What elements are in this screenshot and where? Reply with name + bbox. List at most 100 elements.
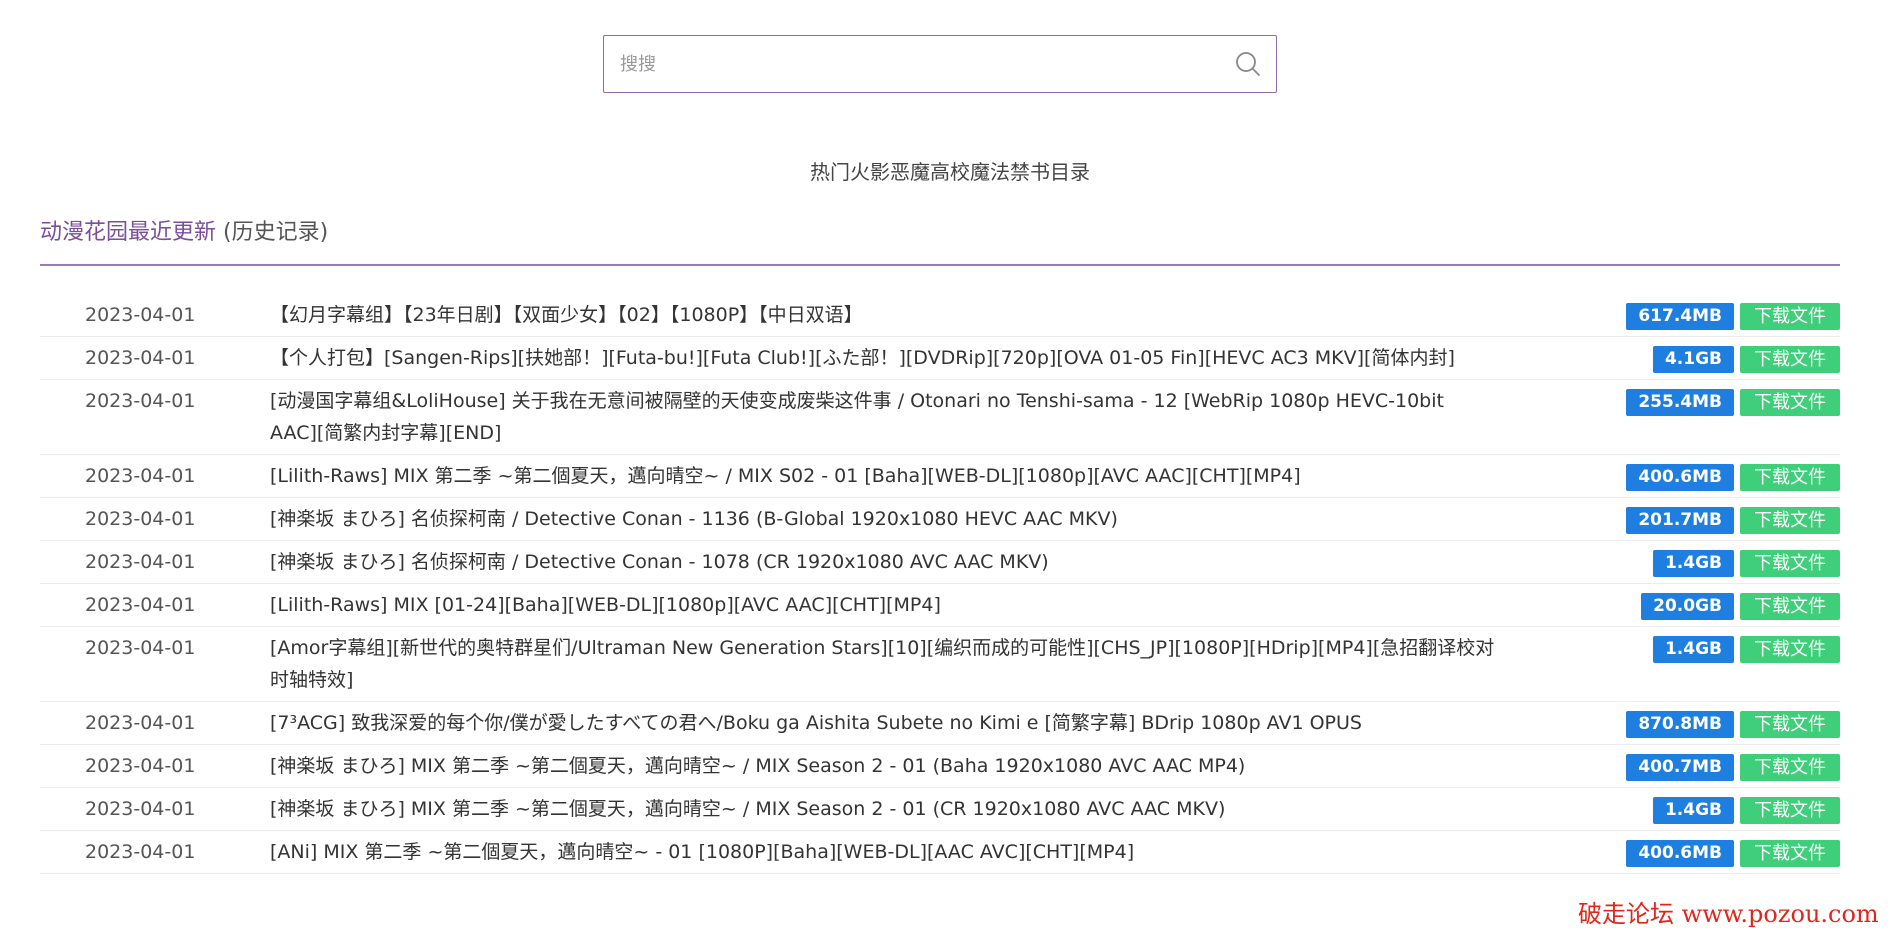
item-title-link[interactable]: [神楽坂 まひろ] MIX 第二季 ~第二個夏天，邁向晴空~ / MIX Sea… <box>270 755 1245 777</box>
download-button[interactable]: 下载文件 <box>1740 389 1840 416</box>
size-badge: 870.8MB <box>1626 711 1734 738</box>
download-button[interactable]: 下载文件 <box>1740 346 1840 373</box>
item-actions: 870.8MB 下载文件 <box>1626 711 1840 738</box>
item-title-link[interactable]: [Lilith-Raws] MIX 第二季 ~第二個夏天，邁向晴空~ / MIX… <box>270 465 1301 487</box>
item-title-link[interactable]: [神楽坂 まひろ] MIX 第二季 ~第二個夏天，邁向晴空~ / MIX Sea… <box>270 798 1225 820</box>
item-actions: 201.7MB 下载文件 <box>1626 507 1840 534</box>
item-actions: 255.4MB 下载文件 <box>1626 389 1840 416</box>
hot-link-naruto[interactable]: 火影 <box>850 160 890 184</box>
item-date: 2023-04-01 <box>85 594 196 616</box>
item-actions: 4.1GB 下载文件 <box>1652 346 1840 373</box>
item-date: 2023-04-01 <box>85 347 196 369</box>
download-button[interactable]: 下载文件 <box>1740 840 1840 867</box>
item-title: [Lilith-Raws] MIX [01-24][Baha][WEB-DL][… <box>225 589 1495 621</box>
item-title: [7³ACG] 致我深爱的每个你/僕が愛したすべての君へ/Boku ga Ais… <box>225 707 1495 739</box>
item-title-link[interactable]: [动漫国字幕组&LoliHouse] 关于我在无意间被隔壁的天使变成废柴这件事 … <box>270 390 1444 444</box>
item-title: 【个人打包】[Sangen-Rips][扶她部！][Futa-bu!][Futa… <box>225 342 1495 374</box>
item-actions: 400.6MB 下载文件 <box>1626 840 1840 867</box>
size-badge: 400.6MB <box>1626 464 1734 491</box>
item-date: 2023-04-01 <box>85 551 196 573</box>
item-title: 【幻月字幕组】【23年日剧】【双面少女】【02】【1080P】【中日双语】 <box>225 299 1495 331</box>
item-title-link[interactable]: [神楽坂 まひろ] 名侦探柯南 / Detective Conan - 1136… <box>270 508 1118 530</box>
size-badge: 400.6MB <box>1626 840 1734 867</box>
section-title: 动漫花园最近更新 <box>40 220 217 245</box>
list-item: 2023-04-01 【个人打包】[Sangen-Rips][扶她部！][Futa… <box>40 337 1840 380</box>
download-button[interactable]: 下载文件 <box>1740 464 1840 491</box>
size-badge: 400.7MB <box>1626 754 1734 781</box>
download-button[interactable]: 下载文件 <box>1740 303 1840 330</box>
list-item: 2023-04-01 [ANi] MIX 第二季 ~第二個夏天，邁向晴空~ - 0… <box>40 831 1840 874</box>
item-title: [神楽坂 まひろ] 名侦探柯南 / Detective Conan - 1078… <box>225 546 1495 578</box>
page: 热门火影恶魔高校魔法禁书目录 动漫花园最近更新 (历史记录) 2023-04-0… <box>0 0 1900 928</box>
history-link[interactable]: (历史记录) <box>223 220 328 245</box>
download-button[interactable]: 下载文件 <box>1740 593 1840 620</box>
download-button[interactable]: 下载文件 <box>1740 550 1840 577</box>
size-badge: 201.7MB <box>1626 507 1734 534</box>
size-badge: 255.4MB <box>1626 389 1734 416</box>
item-title-link[interactable]: [Amor字幕组][新世代的奥特群星们/Ultraman New Generat… <box>270 637 1494 691</box>
item-actions: 617.4MB 下载文件 <box>1626 303 1840 330</box>
size-badge: 1.4GB <box>1652 636 1734 663</box>
item-title-link[interactable]: [7³ACG] 致我深爱的每个你/僕が愛したすべての君へ/Boku ga Ais… <box>270 712 1362 734</box>
item-title: [ANi] MIX 第二季 ~第二個夏天，邁向晴空~ - 01 [1080P][… <box>225 836 1495 868</box>
item-title: [神楽坂 まひろ] 名侦探柯南 / Detective Conan - 1136… <box>225 503 1495 535</box>
item-actions: 1.4GB 下载文件 <box>1652 636 1840 663</box>
search-input[interactable] <box>604 36 1220 92</box>
size-badge: 20.0GB <box>1641 593 1734 620</box>
item-actions: 20.0GB 下载文件 <box>1641 593 1840 620</box>
item-date: 2023-04-01 <box>85 390 196 412</box>
list-item: 2023-04-01 [Lilith-Raws] MIX 第二季 ~第二個夏天，邁… <box>40 455 1840 498</box>
item-title-link[interactable]: 【个人打包】[Sangen-Rips][扶她部！][Futa-bu!][Futa… <box>270 347 1455 369</box>
list-item: 2023-04-01 [Amor字幕组][新世代的奥特群星们/Ultraman N… <box>40 627 1840 702</box>
section-divider <box>40 264 1840 266</box>
item-date: 2023-04-01 <box>85 637 196 659</box>
size-badge: 1.4GB <box>1652 797 1734 824</box>
size-badge: 4.1GB <box>1652 346 1734 373</box>
item-title-link[interactable]: [神楽坂 まひろ] 名侦探柯南 / Detective Conan - 1078… <box>270 551 1049 573</box>
item-date: 2023-04-01 <box>85 755 196 777</box>
item-title: [Amor字幕组][新世代的奥特群星们/Ultraman New Generat… <box>225 632 1495 696</box>
hot-link-index[interactable]: 魔法禁书目录 <box>970 160 1090 184</box>
item-date: 2023-04-01 <box>85 712 196 734</box>
hot-links: 热门火影恶魔高校魔法禁书目录 <box>0 156 1900 185</box>
item-title-link[interactable]: 【幻月字幕组】【23年日剧】【双面少女】【02】【1080P】【中日双语】 <box>270 304 863 326</box>
list-item: 2023-04-01 [神楽坂 まひろ] MIX 第二季 ~第二個夏天，邁向晴空~… <box>40 788 1840 831</box>
download-button[interactable]: 下载文件 <box>1740 711 1840 738</box>
search-icon <box>1236 52 1260 76</box>
item-actions: 1.4GB 下载文件 <box>1652 797 1840 824</box>
size-badge: 617.4MB <box>1626 303 1734 330</box>
watermark: 破走论坛 www.pozou.com <box>1578 900 1879 928</box>
download-button[interactable]: 下载文件 <box>1740 507 1840 534</box>
item-title-link[interactable]: [ANi] MIX 第二季 ~第二個夏天，邁向晴空~ - 01 [1080P][… <box>270 841 1134 863</box>
item-title: [神楽坂 まひろ] MIX 第二季 ~第二個夏天，邁向晴空~ / MIX Sea… <box>225 750 1495 782</box>
search-button[interactable] <box>1220 36 1276 92</box>
list-item: 2023-04-01 [动漫国字幕组&LoliHouse] 关于我在无意间被隔壁的… <box>40 380 1840 455</box>
item-title: [神楽坂 まひろ] MIX 第二季 ~第二個夏天，邁向晴空~ / MIX Sea… <box>225 793 1495 825</box>
item-actions: 400.7MB 下载文件 <box>1626 754 1840 781</box>
item-title: [Lilith-Raws] MIX 第二季 ~第二個夏天，邁向晴空~ / MIX… <box>225 460 1495 492</box>
hot-label: 热门 <box>810 160 850 184</box>
item-date: 2023-04-01 <box>85 798 196 820</box>
list-item: 2023-04-01 【幻月字幕组】【23年日剧】【双面少女】【02】【1080P… <box>40 294 1840 337</box>
item-date: 2023-04-01 <box>85 304 196 326</box>
search-box <box>603 35 1277 93</box>
hot-link-highschool-dxd[interactable]: 恶魔高校 <box>890 160 970 184</box>
item-date: 2023-04-01 <box>85 841 196 863</box>
download-button[interactable]: 下载文件 <box>1740 754 1840 781</box>
list-item: 2023-04-01 [神楽坂 まひろ] MIX 第二季 ~第二個夏天，邁向晴空~… <box>40 745 1840 788</box>
list-item: 2023-04-01 [神楽坂 まひろ] 名侦探柯南 / Detective Co… <box>40 498 1840 541</box>
item-date: 2023-04-01 <box>85 508 196 530</box>
item-title: [动漫国字幕组&LoliHouse] 关于我在无意间被隔壁的天使变成废柴这件事 … <box>225 385 1495 449</box>
item-date: 2023-04-01 <box>85 465 196 487</box>
update-list: 2023-04-01 【幻月字幕组】【23年日剧】【双面少女】【02】【1080P… <box>40 294 1840 874</box>
size-badge: 1.4GB <box>1652 550 1734 577</box>
download-button[interactable]: 下载文件 <box>1740 636 1840 663</box>
item-actions: 400.6MB 下载文件 <box>1626 464 1840 491</box>
list-item: 2023-04-01 [7³ACG] 致我深爱的每个你/僕が愛したすべての君へ/B… <box>40 702 1840 745</box>
item-actions: 1.4GB 下载文件 <box>1652 550 1840 577</box>
list-item: 2023-04-01 [Lilith-Raws] MIX [01-24][Baha… <box>40 584 1840 627</box>
list-item: 2023-04-01 [神楽坂 まひろ] 名侦探柯南 / Detective Co… <box>40 541 1840 584</box>
item-title-link[interactable]: [Lilith-Raws] MIX [01-24][Baha][WEB-DL][… <box>270 594 941 616</box>
download-button[interactable]: 下载文件 <box>1740 797 1840 824</box>
section-header: 动漫花园最近更新 (历史记录) <box>40 214 328 246</box>
